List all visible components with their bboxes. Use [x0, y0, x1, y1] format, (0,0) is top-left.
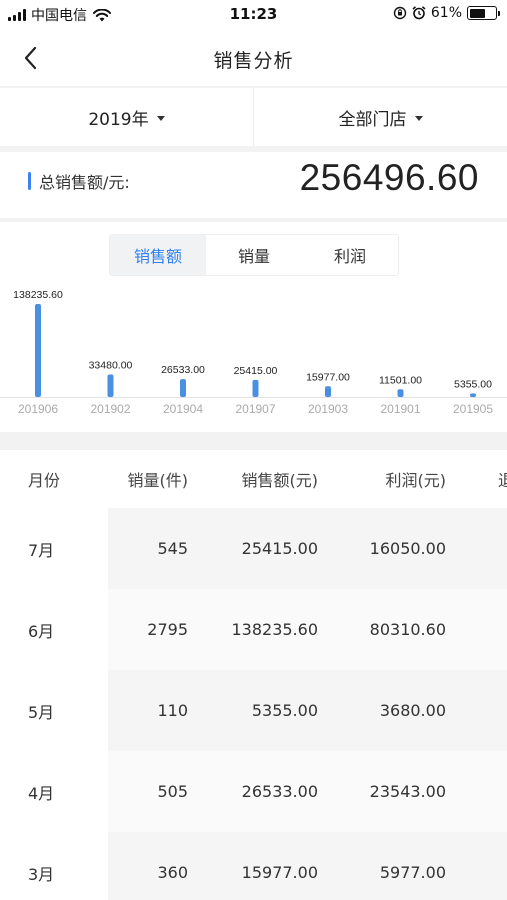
cell-return — [446, 670, 507, 751]
cell-sales: 138235.60 — [231, 620, 318, 639]
table-row[interactable]: 5月 110 5355.00 3680.00 — [0, 670, 507, 751]
chart-category-label: 201902 — [90, 402, 130, 416]
chart-value-label: 15977.00 — [306, 371, 350, 383]
cell-sales: 25415.00 — [241, 539, 318, 558]
cell-month: 7月 — [0, 508, 108, 589]
cell-profit: 3680.00 — [379, 701, 446, 720]
store-dropdown-label: 全部门店 — [338, 109, 407, 130]
table-row[interactable]: 4月 505 26533.00 23543.00 — [0, 751, 507, 832]
chart-value-label: 11501.00 — [379, 374, 422, 386]
chart-bar[interactable] — [397, 389, 404, 397]
table-row[interactable]: 7月 545 25415.00 16050.00 — [0, 508, 507, 589]
cell-sales: 26533.00 — [241, 782, 318, 801]
page-title: 销售分析 — [213, 50, 294, 72]
cell-month: 5月 — [0, 670, 108, 751]
header-quantity: 销量(件) — [127, 471, 189, 490]
header-month: 月份 — [0, 450, 108, 508]
tab-sales[interactable]: 销售额 — [110, 235, 206, 275]
chart-bar[interactable] — [35, 304, 41, 397]
year-dropdown-label: 2019年 — [88, 109, 149, 130]
monthly-table: 月份 销量(件) 销售额(元) 利润(元) 退 7月 545 25415.00 … — [0, 450, 507, 900]
cell-return — [446, 589, 507, 670]
cell-profit: 5977.00 — [379, 863, 446, 882]
chart-category-label: 201904 — [163, 402, 203, 416]
header-return: 退 — [498, 471, 507, 490]
chart-bar[interactable] — [180, 379, 186, 397]
battery-percent: 61% — [430, 5, 462, 21]
chart-category-label: 201903 — [308, 402, 348, 416]
orientation-lock-icon — [393, 6, 407, 20]
table-row[interactable]: 3月 360 15977.00 5977.00 — [0, 832, 507, 900]
chart-category-label: 201901 — [380, 402, 420, 416]
cell-return — [446, 751, 507, 832]
chart-value-label: 25415.00 — [234, 365, 278, 377]
cell-sales: 15977.00 — [241, 863, 318, 882]
chart-value-label: 138235.60 — [13, 289, 63, 301]
cell-month: 6月 — [0, 589, 108, 670]
caret-down-icon — [414, 115, 423, 121]
table-header: 月份 销量(件) 销售额(元) 利润(元) 退 — [0, 450, 507, 508]
tab-profit[interactable]: 利润 — [302, 235, 398, 275]
cell-return — [446, 832, 507, 900]
alarm-icon — [412, 6, 426, 20]
chart-value-label: 26533.00 — [161, 364, 205, 376]
accent-marker — [28, 172, 31, 190]
cell-quantity: 360 — [157, 863, 188, 882]
battery-level — [469, 8, 485, 18]
total-sales-value: 256496.60 — [299, 157, 479, 198]
total-label-group: 总销售额/元: — [28, 169, 130, 193]
cell-month: 4月 — [0, 751, 108, 832]
table-row[interactable]: 6月 2795 138235.60 80310.60 — [0, 589, 507, 670]
tab-quantity[interactable]: 销量 — [206, 235, 302, 275]
battery-icon — [467, 6, 500, 20]
cell-profit: 16050.00 — [369, 539, 446, 558]
chart-bar[interactable] — [325, 386, 331, 397]
metric-tabs: 销售额 销量 利润 — [109, 234, 399, 276]
filter-bar: 2019年 全部门店 — [0, 88, 507, 146]
cell-quantity: 110 — [157, 701, 188, 720]
table-body: 7月 545 25415.00 16050.00 6月 2795 138235.… — [0, 508, 507, 900]
cell-return — [446, 508, 507, 589]
chart-category-label: 201905 — [453, 402, 493, 416]
total-sales-row: 总销售额/元: 256496.60 — [0, 152, 507, 218]
sales-bar-chart: 138235.60 201906 33480.00 201902 26533.00 201… — [0, 289, 507, 416]
cell-quantity: 2795 — [147, 620, 188, 639]
chart-category-label: 201907 — [235, 402, 275, 416]
chart-value-label: 33480.00 — [89, 359, 133, 371]
chart-bar[interactable] — [107, 374, 114, 397]
cell-month: 3月 — [0, 832, 108, 900]
chart-value-label: 5355.00 — [454, 378, 492, 390]
total-sales-label: 总销售额/元: — [39, 173, 130, 192]
status-bar-right: 61% — [393, 5, 500, 21]
cell-quantity: 545 — [157, 539, 188, 558]
chart-category-label: 201906 — [18, 402, 58, 416]
nav-bar: 销售分析 — [0, 30, 507, 86]
store-dropdown[interactable]: 全部门店 — [253, 88, 507, 146]
chart-section: 销售额 销量 利润 138235.60 201906 33480.00 201902 2… — [0, 222, 507, 432]
cell-profit: 23543.00 — [369, 782, 446, 801]
cell-quantity: 505 — [157, 782, 188, 801]
header-sales: 销售额(元) — [241, 471, 319, 490]
header-profit: 利润(元) — [385, 471, 447, 490]
status-bar: 中国电信 11:23 61% — [0, 0, 507, 30]
year-dropdown[interactable]: 2019年 — [0, 88, 253, 146]
cell-profit: 80310.60 — [369, 620, 446, 639]
caret-down-icon — [156, 115, 165, 121]
chart-bar[interactable] — [470, 393, 476, 397]
cell-sales: 5355.00 — [251, 701, 318, 720]
chart-bar[interactable] — [252, 379, 259, 397]
